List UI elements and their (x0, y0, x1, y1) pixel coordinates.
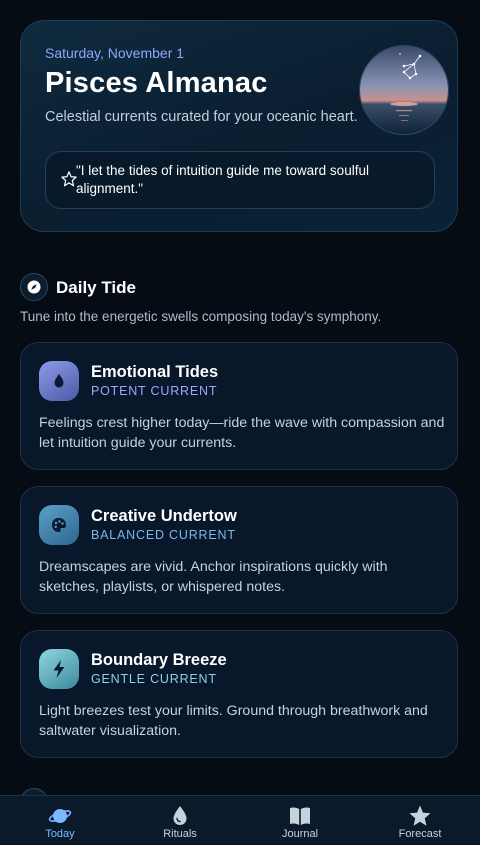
almanac-hero-card: Saturday, November 1 Pisces Almanac Cele… (20, 20, 458, 232)
page-title: Pisces Almanac (45, 67, 268, 99)
card-description: Feelings crest higher today—ride the wav… (39, 415, 445, 451)
forecast-card-creative-undertow[interactable]: Creative Undertow BALANCED CURRENT Dream… (20, 486, 458, 614)
section-title: Daily Tide (56, 278, 136, 297)
compass-icon (20, 273, 48, 301)
planet-icon (48, 809, 72, 823)
water-drop-icon (173, 806, 187, 825)
affirmation-quote: "I let the tides of intuition guide me t… (45, 151, 435, 209)
hero-subtitle: Celestial currents curated for your ocea… (45, 109, 358, 125)
card-intensity-tag: BALANCED CURRENT (91, 528, 236, 542)
nav-label: Rituals (163, 828, 197, 840)
ocean-constellation-image (359, 45, 449, 135)
section-subtitle: Tune into the energetic swells composing… (20, 309, 382, 324)
lightning-icon (39, 649, 79, 689)
card-title: Creative Undertow (91, 507, 237, 525)
nav-label: Today (45, 828, 75, 840)
palette-icon (39, 505, 79, 545)
quote-text: "I let the tides of intuition guide me t… (76, 163, 369, 196)
nav-tab-today[interactable]: Today (0, 796, 120, 845)
card-title: Boundary Breeze (91, 651, 227, 669)
current-date: Saturday, November 1 (45, 45, 185, 61)
card-description: Light breezes test your limits. Ground t… (39, 703, 428, 739)
nav-label: Journal (281, 828, 319, 840)
nav-tab-forecast[interactable]: Forecast (360, 796, 480, 845)
card-intensity-tag: POTENT CURRENT (91, 384, 218, 398)
nav-tab-journal[interactable]: Journal (240, 796, 360, 845)
book-icon (290, 807, 310, 825)
forecast-card-boundary-breeze[interactable]: Boundary Breeze GENTLE CURRENT Light bre… (20, 630, 458, 758)
water-drop-icon (39, 361, 79, 401)
card-intensity-tag: GENTLE CURRENT (91, 672, 217, 686)
forecast-card-emotional-tides[interactable]: Emotional Tides POTENT CURRENT Feelings … (20, 342, 458, 470)
nav-tab-rituals[interactable]: Rituals (120, 796, 240, 845)
nav-label: Forecast (398, 828, 442, 840)
card-description: Dreamscapes are vivid. Anchor inspiratio… (39, 559, 388, 595)
star-icon (409, 805, 431, 826)
bottom-navigation: Today Rituals Journal Forecast (0, 795, 480, 844)
card-title: Emotional Tides (91, 363, 219, 381)
